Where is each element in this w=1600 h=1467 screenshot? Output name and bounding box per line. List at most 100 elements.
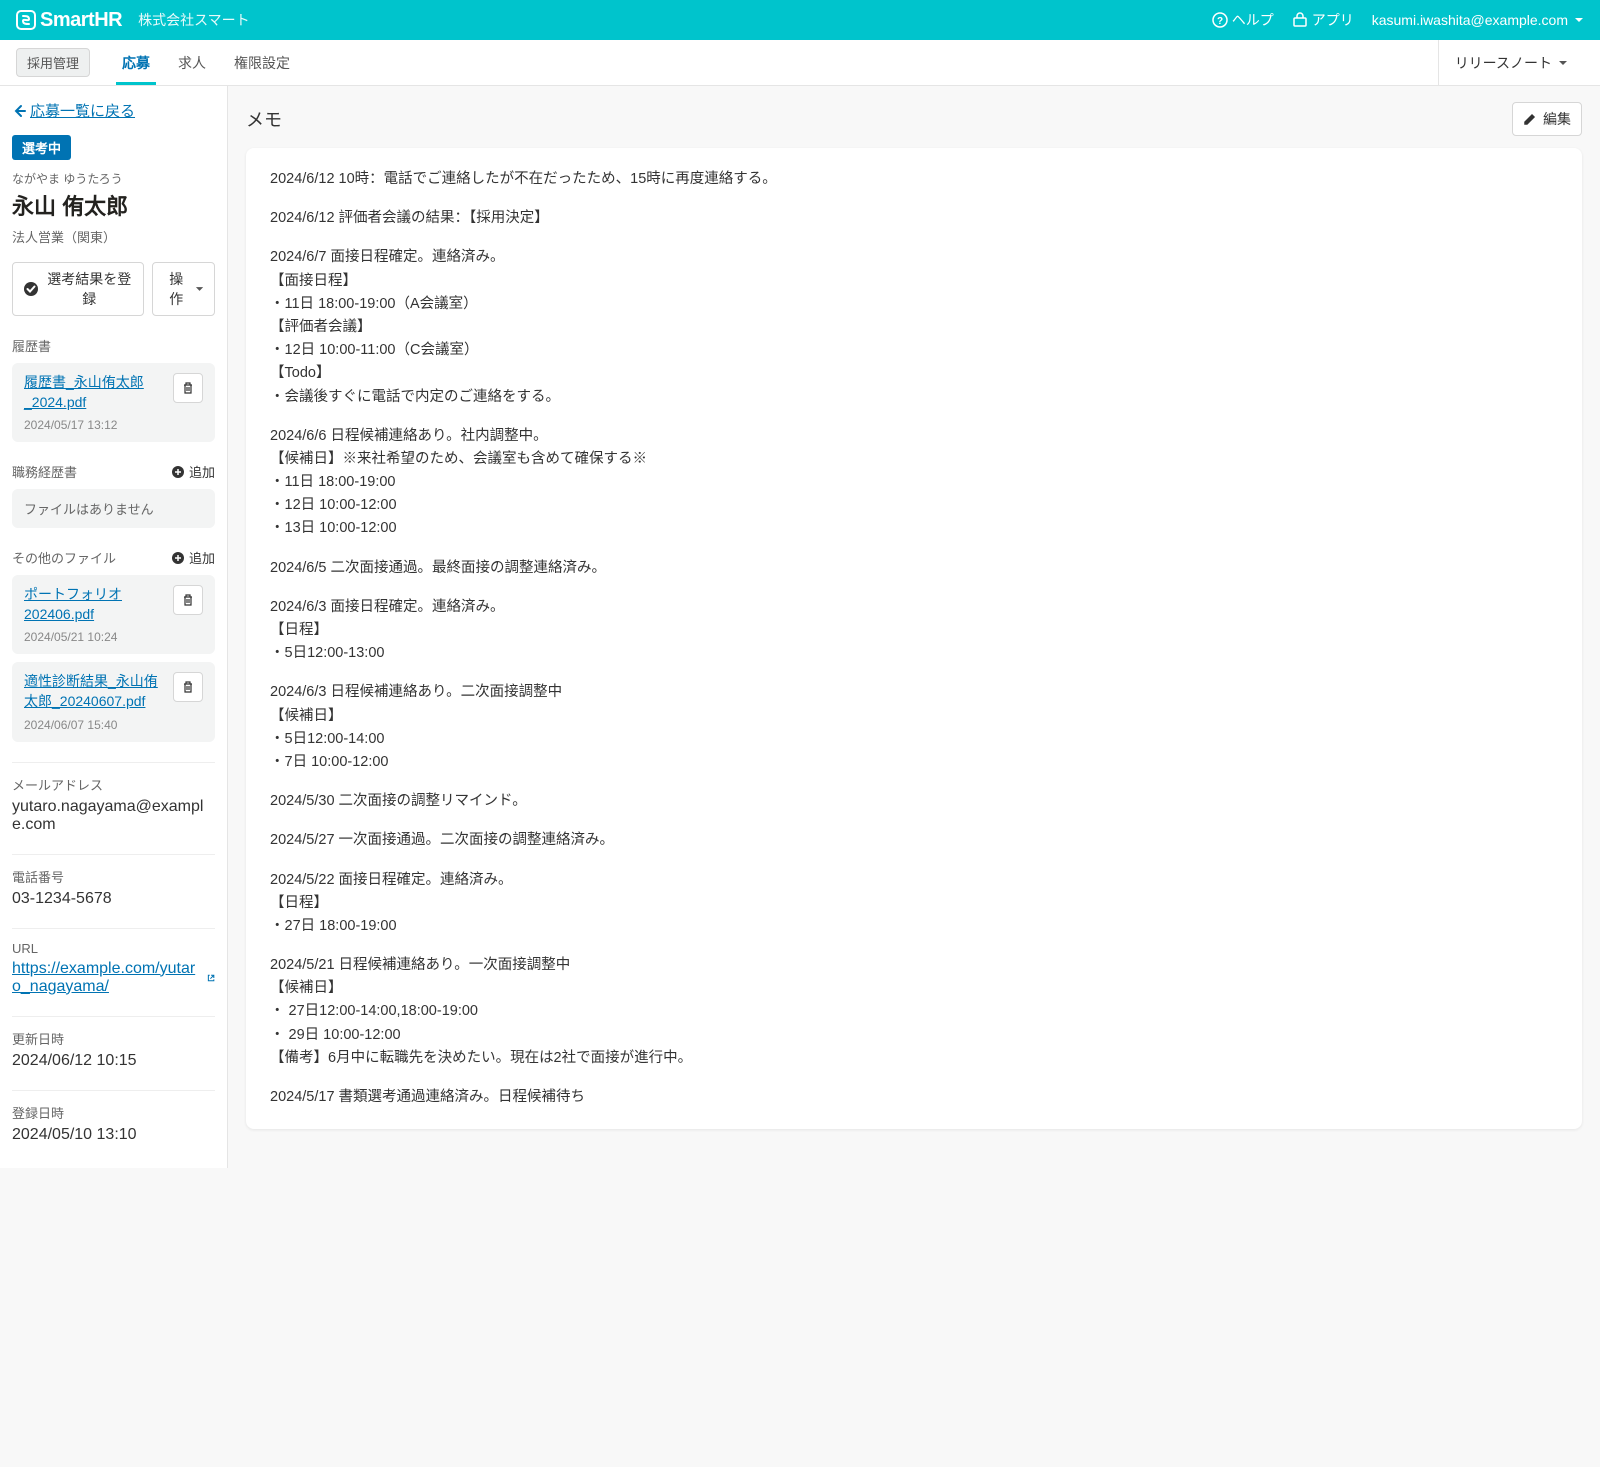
updated-label: 更新日時 <box>12 1029 215 1048</box>
help-icon: ? <box>1212 12 1228 28</box>
resume-file-card: 履歴書_永山侑太郎_2024.pdf 2024/05/17 13:12 <box>12 363 215 442</box>
release-notes-menu[interactable]: リリースノート <box>1438 40 1584 85</box>
memo-line <box>270 853 1558 869</box>
chevron-down-icon <box>195 284 204 294</box>
back-link[interactable]: 応募一覧に戻る <box>12 100 135 121</box>
main: メモ 編集 2024/6/12 10時：電話でご連絡したが不在だったため、15時… <box>228 86 1600 1168</box>
sidebar: 応募一覧に戻る 選考中 ながやま ゆうたろう 永山 侑太郎 法人営業（関東） 選… <box>0 86 228 1168</box>
chevron-down-icon <box>1574 15 1584 25</box>
resume-file-ts: 2024/05/17 13:12 <box>24 418 165 432</box>
memo-line: 【日程】 <box>270 892 1558 915</box>
memo-line: ・12日 10:00-11:00（C会議室） <box>270 339 1558 362</box>
other-file-card: ポートフォリオ202406.pdf 2024/05/21 10:24 <box>12 575 215 654</box>
trash-icon <box>181 680 195 694</box>
memo-line: 【評価者会議】 <box>270 316 1558 339</box>
memo-line: 2024/6/3 日程候補連絡あり。二次面接調整中 <box>270 681 1558 704</box>
trash-icon <box>181 593 195 607</box>
other-file-link[interactable]: ポートフォリオ202406.pdf <box>24 585 165 624</box>
memo-line: ・ 29日 10:00-12:00 <box>270 1024 1558 1047</box>
memo-line <box>270 938 1558 954</box>
name-reading: ながやま ゆうたろう <box>12 170 215 187</box>
memo-line: ・11日 18:00-19:00（A会議室） <box>270 293 1558 316</box>
topbar: SmartHR 株式会社スマート ? ヘルプ アプリ kasumi.iwashi… <box>0 0 1600 40</box>
memo-line: 【面接日程】 <box>270 270 1558 293</box>
plus-circle-icon <box>171 551 185 565</box>
applicant-name: 永山 侑太郎 <box>12 189 215 221</box>
user-menu[interactable]: kasumi.iwashita@example.com <box>1372 12 1584 28</box>
nav-row: 採用管理 応募求人権限設定 リリースノート <box>0 40 1600 86</box>
updated-value: 2024/06/12 10:15 <box>12 1052 215 1070</box>
memo-line <box>270 191 1558 207</box>
memo-line: ・ 27日12:00-14:00,18:00-19:00 <box>270 1000 1558 1023</box>
other-files-section-label: その他のファイル 追加 <box>12 548 215 567</box>
arrow-left-icon <box>12 104 26 118</box>
svg-text:?: ? <box>1217 16 1223 27</box>
nav-tab-0[interactable]: 応募 <box>108 40 164 85</box>
memo-line <box>270 230 1558 246</box>
memo-card: 2024/6/12 10時：電話でご連絡したが不在だったため、15時に再度連絡す… <box>246 148 1582 1129</box>
created-label: 登録日時 <box>12 1103 215 1122</box>
memo-line: 【Todo】 <box>270 362 1558 385</box>
add-other-file-button[interactable]: 追加 <box>171 548 215 567</box>
memo-line: ・7日 10:00-12:00 <box>270 751 1558 774</box>
phone-label: 電話番号 <box>12 867 215 886</box>
logo[interactable]: SmartHR <box>16 9 122 32</box>
memo-line <box>270 813 1558 829</box>
memo-line: 2024/6/5 二次面接通過。最終面接の調整連絡済み。 <box>270 557 1558 580</box>
created-value: 2024/05/10 13:10 <box>12 1126 215 1144</box>
memo-line: ・5日12:00-14:00 <box>270 728 1558 751</box>
nav-tab-1[interactable]: 求人 <box>164 40 220 85</box>
edit-memo-button[interactable]: 編集 <box>1512 102 1582 136</box>
delete-file-button[interactable] <box>173 672 203 702</box>
resume-file-link[interactable]: 履歴書_永山侑太郎_2024.pdf <box>24 373 165 412</box>
memo-line: ・27日 18:00-19:00 <box>270 915 1558 938</box>
plus-circle-icon <box>171 465 185 479</box>
delete-file-button[interactable] <box>173 585 203 615</box>
delete-file-button[interactable] <box>173 373 203 403</box>
trash-icon <box>181 381 195 395</box>
memo-line: 2024/5/30 二次面接の調整リマインド。 <box>270 790 1558 813</box>
add-work-history-button[interactable]: 追加 <box>171 462 215 481</box>
resume-section-label: 履歴書 <box>12 336 215 355</box>
memo-line: 2024/6/6 日程候補連絡あり。社内調整中。 <box>270 425 1558 448</box>
memo-title: メモ <box>246 106 282 132</box>
apps-icon <box>1292 12 1308 28</box>
memo-line <box>270 774 1558 790</box>
other-file-ts: 2024/05/21 10:24 <box>24 630 165 644</box>
memo-line: 【日程】 <box>270 619 1558 642</box>
memo-line <box>270 665 1558 681</box>
memo-line: ・会議後すぐに電話で内定のご連絡をする。 <box>270 386 1558 409</box>
memo-line <box>270 580 1558 596</box>
other-file-card: 適性診断結果_永山侑太郎_20240607.pdf 2024/06/07 15:4… <box>12 662 215 741</box>
work-history-section-label: 職務経歴書 追加 <box>12 462 215 481</box>
memo-line: 2024/5/22 面接日程確定。連絡済み。 <box>270 869 1558 892</box>
pencil-icon <box>1523 112 1537 126</box>
memo-line: 2024/6/12 評価者会議の結果：【採用決定】 <box>270 207 1558 230</box>
url-label: URL <box>12 941 215 956</box>
other-file-ts: 2024/06/07 15:40 <box>24 718 165 732</box>
check-circle-icon <box>23 281 39 297</box>
other-file-link[interactable]: 適性診断結果_永山侑太郎_20240607.pdf <box>24 672 165 711</box>
memo-line <box>270 1070 1558 1086</box>
email-label: メールアドレス <box>12 775 215 794</box>
email-value: yutaro.nagayama@example.com <box>12 798 215 834</box>
chevron-down-icon <box>1558 58 1568 68</box>
help-link[interactable]: ? ヘルプ <box>1212 10 1274 30</box>
register-result-button[interactable]: 選考結果を登録 <box>12 262 144 316</box>
nav-tab-2[interactable]: 権限設定 <box>220 40 304 85</box>
status-badge: 選考中 <box>12 135 71 160</box>
module-pill[interactable]: 採用管理 <box>16 48 90 77</box>
memo-line: 2024/6/7 面接日程確定。連絡済み。 <box>270 246 1558 269</box>
operate-dropdown[interactable]: 操作 <box>152 262 215 316</box>
memo-line: 【備考】6月中に転職先を決めたい。現在は2社で面接が進行中。 <box>270 1047 1558 1070</box>
phone-value: 03-1234-5678 <box>12 890 215 908</box>
memo-line: ・11日 18:00-19:00 <box>270 471 1558 494</box>
memo-line: 2024/5/17 書類選考通過連絡済み。日程候補待ち <box>270 1086 1558 1109</box>
work-history-empty: ファイルはありません <box>12 489 215 528</box>
memo-line: 【候補日】 <box>270 977 1558 1000</box>
url-link[interactable]: https://example.com/yutaro_nagayama/ <box>12 960 215 996</box>
memo-line: 2024/6/12 10時：電話でご連絡したが不在だったため、15時に再度連絡す… <box>270 168 1558 191</box>
memo-line: 2024/6/3 面接日程確定。連絡済み。 <box>270 596 1558 619</box>
apps-link[interactable]: アプリ <box>1292 10 1354 30</box>
memo-line: ・13日 10:00-12:00 <box>270 517 1558 540</box>
